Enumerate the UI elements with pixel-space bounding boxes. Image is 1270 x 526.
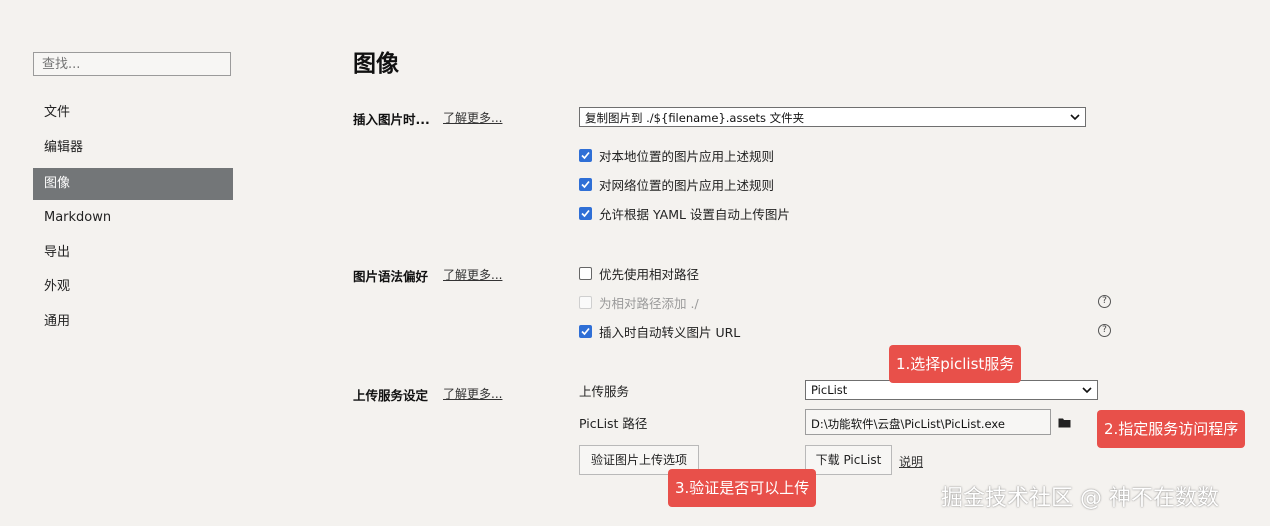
piclist-path-label: PicList 路径: [579, 416, 648, 431]
option-yaml-upload[interactable]: 允许根据 YAML 设置自动上传图片: [579, 205, 790, 222]
upload-service-label: 上传服务: [579, 384, 630, 399]
checkbox-checked-icon[interactable]: [579, 324, 592, 338]
syntax-section-title: 图片语法偏好: [353, 269, 429, 284]
option-escape-url[interactable]: 插入时自动转义图片 URL: [579, 323, 741, 340]
help-icon[interactable]: ?: [1098, 324, 1111, 337]
option-network-images[interactable]: 对网络位置的图片应用上述规则: [579, 176, 775, 193]
checkbox-disabled-icon: [579, 295, 592, 309]
help-icon[interactable]: ?: [1098, 295, 1111, 308]
sidebar-item-markdown[interactable]: Markdown: [33, 202, 233, 234]
piclist-path-field[interactable]: D:\功能软件\云盘\PicList\PicList.exe: [805, 409, 1051, 435]
search-input[interactable]: [33, 52, 231, 76]
annotation-step3: 3.验证是否可以上传: [668, 469, 817, 507]
checkbox-checked-icon[interactable]: [579, 206, 592, 220]
page-title: 图像: [353, 51, 399, 77]
watermark: 掘金技术社区 @ 神不在数数: [941, 486, 1219, 511]
option-label: 插入时自动转义图片 URL: [599, 324, 741, 340]
preferences-window: 文件 编辑器 图像 Markdown 导出 外观 通用 图像 插入图片时... …: [0, 0, 1270, 526]
chevron-down-icon: [1082, 387, 1092, 394]
checkbox-checked-icon[interactable]: [579, 177, 592, 191]
insert-learn-more-link[interactable]: 了解更多...: [443, 109, 502, 126]
insert-section-title: 插入图片时...: [353, 112, 430, 127]
upload-learn-more-link[interactable]: 了解更多...: [443, 385, 502, 402]
option-label: 对本地位置的图片应用上述规则: [599, 148, 775, 164]
option-label: 允许根据 YAML 设置自动上传图片: [599, 206, 790, 222]
download-piclist-button[interactable]: 下载 PicList: [805, 445, 892, 475]
sidebar-item-export[interactable]: 导出: [33, 237, 233, 269]
option-label: 对网络位置的图片应用上述规则: [599, 177, 775, 193]
upload-service-select[interactable]: PicList: [805, 380, 1098, 400]
annotation-step1: 1.选择piclist服务: [889, 345, 1022, 383]
upload-service-value: PicList: [811, 383, 848, 397]
sidebar-item-file[interactable]: 文件: [33, 97, 233, 129]
checkbox-unchecked-icon[interactable]: [579, 266, 592, 280]
option-label: 优先使用相对路径: [599, 266, 700, 282]
sidebar-item-general[interactable]: 通用: [33, 306, 233, 338]
option-prefer-relative[interactable]: 优先使用相对路径: [579, 265, 700, 282]
insert-action-value: 复制图片到 ./${filename}.assets 文件夹: [585, 111, 805, 125]
option-local-images[interactable]: 对本地位置的图片应用上述规则: [579, 147, 775, 164]
chevron-down-icon: [1070, 114, 1080, 121]
option-label: 为相对路径添加 ./: [599, 295, 699, 311]
sidebar-item-editor[interactable]: 编辑器: [33, 132, 233, 164]
upload-section-title: 上传服务设定: [353, 388, 429, 403]
checkbox-checked-icon[interactable]: [579, 148, 592, 162]
explain-link[interactable]: 说明: [899, 453, 923, 470]
syntax-learn-more-link[interactable]: 了解更多...: [443, 266, 502, 283]
option-add-dot-slash: 为相对路径添加 ./: [579, 294, 699, 311]
sidebar-item-appearance[interactable]: 外观: [33, 271, 233, 303]
annotation-step2: 2.指定服务访问程序: [1097, 410, 1246, 448]
sidebar-item-image[interactable]: 图像: [33, 168, 233, 200]
insert-action-select[interactable]: 复制图片到 ./${filename}.assets 文件夹: [579, 107, 1086, 127]
folder-icon[interactable]: [1058, 417, 1071, 428]
